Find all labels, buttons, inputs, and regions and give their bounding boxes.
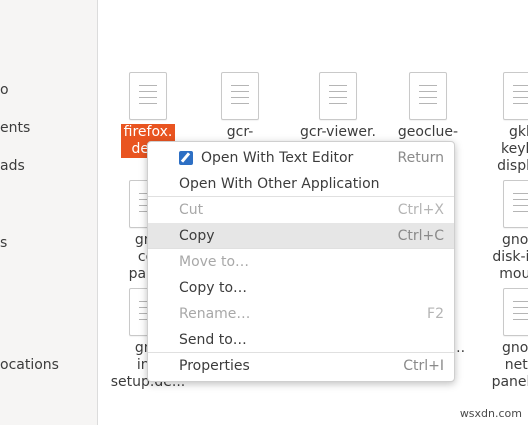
menu-item-label: Move to…	[179, 254, 250, 270]
menu-item-shortcut: Ctrl+X	[397, 202, 444, 218]
menu-item-label: Send to…	[179, 332, 247, 348]
menu-item-label: Open With Text Editor	[201, 150, 354, 166]
text-editor-icon	[179, 151, 193, 165]
menu-item-shortcut: F2	[427, 306, 444, 322]
menu-item-shortcut: Ctrl+C	[397, 228, 444, 244]
text-file-icon	[221, 72, 259, 120]
menu-separator	[148, 196, 454, 197]
text-file-icon	[503, 72, 528, 120]
menu-separator	[148, 248, 454, 249]
sidebar-item-label: ads	[0, 158, 25, 174]
sidebar-item-label: ents	[0, 120, 31, 136]
file-item[interactable]: gnomnetwpanel.de	[472, 288, 528, 391]
text-file-icon	[409, 72, 447, 120]
file-name: gnomdisk-imamount	[492, 232, 528, 282]
menu-item-cut[interactable]: Cut Ctrl+X	[148, 197, 454, 223]
file-name: gkbkeybodisplay	[497, 124, 528, 174]
menu-item-label: Cut	[179, 202, 204, 218]
menu-item-open-with-text-editor[interactable]: Open With Text Editor Return	[148, 145, 454, 171]
menu-item-shortcut: Ctrl+I	[403, 358, 444, 374]
menu-item-copy[interactable]: Copy Ctrl+C	[148, 223, 454, 249]
text-file-icon	[503, 288, 528, 336]
menu-item-send-to[interactable]: Send to…	[148, 327, 454, 353]
sidebar-item[interactable]: o	[0, 82, 9, 98]
file-name: gnomnetwpanel.de	[491, 340, 528, 390]
menu-item-label: Open With Other Application	[179, 176, 380, 192]
sidebar: o ents ads s ocations	[0, 0, 98, 425]
file-item[interactable]: geoclue-	[378, 72, 478, 141]
sidebar-item[interactable]: ents	[0, 120, 30, 136]
file-item[interactable]: gnomdisk-imamount	[472, 180, 528, 283]
file-name: geoclue-	[397, 124, 459, 140]
menu-item-copy-to[interactable]: Copy to…	[148, 275, 454, 301]
file-item[interactable]: gcr-	[190, 72, 290, 141]
sidebar-item-label: o	[0, 82, 9, 98]
menu-item-label: Copy	[179, 228, 215, 244]
sidebar-item-label: s	[0, 235, 8, 251]
text-file-icon	[503, 180, 528, 228]
file-item[interactable]: gkbkeybodisplay	[472, 72, 528, 175]
text-file-icon	[129, 72, 167, 120]
menu-item-properties[interactable]: Properties Ctrl+I	[148, 353, 454, 379]
sidebar-item[interactable]: ads	[0, 158, 25, 174]
menu-item-label: Properties	[179, 358, 250, 374]
context-menu: Open With Text Editor Return Open With Oth…	[147, 141, 455, 382]
menu-item-shortcut: Return	[397, 150, 444, 166]
sidebar-item[interactable]: s	[0, 235, 7, 251]
menu-item-label: Copy to…	[179, 280, 248, 296]
menu-item-move-to[interactable]: Move to…	[148, 249, 454, 275]
watermark: wsxdn.com	[459, 407, 522, 420]
menu-item-open-with-other-application[interactable]: Open With Other Application	[148, 171, 454, 197]
text-file-icon	[319, 72, 357, 120]
menu-item-label: Rename…	[179, 306, 251, 322]
menu-item-rename[interactable]: Rename… F2	[148, 301, 454, 327]
file-name: gcr-	[226, 124, 254, 140]
menu-separator	[148, 352, 454, 353]
sidebar-item-label: ocations	[0, 357, 59, 373]
sidebar-item-other-locations[interactable]: ocations	[0, 357, 59, 373]
